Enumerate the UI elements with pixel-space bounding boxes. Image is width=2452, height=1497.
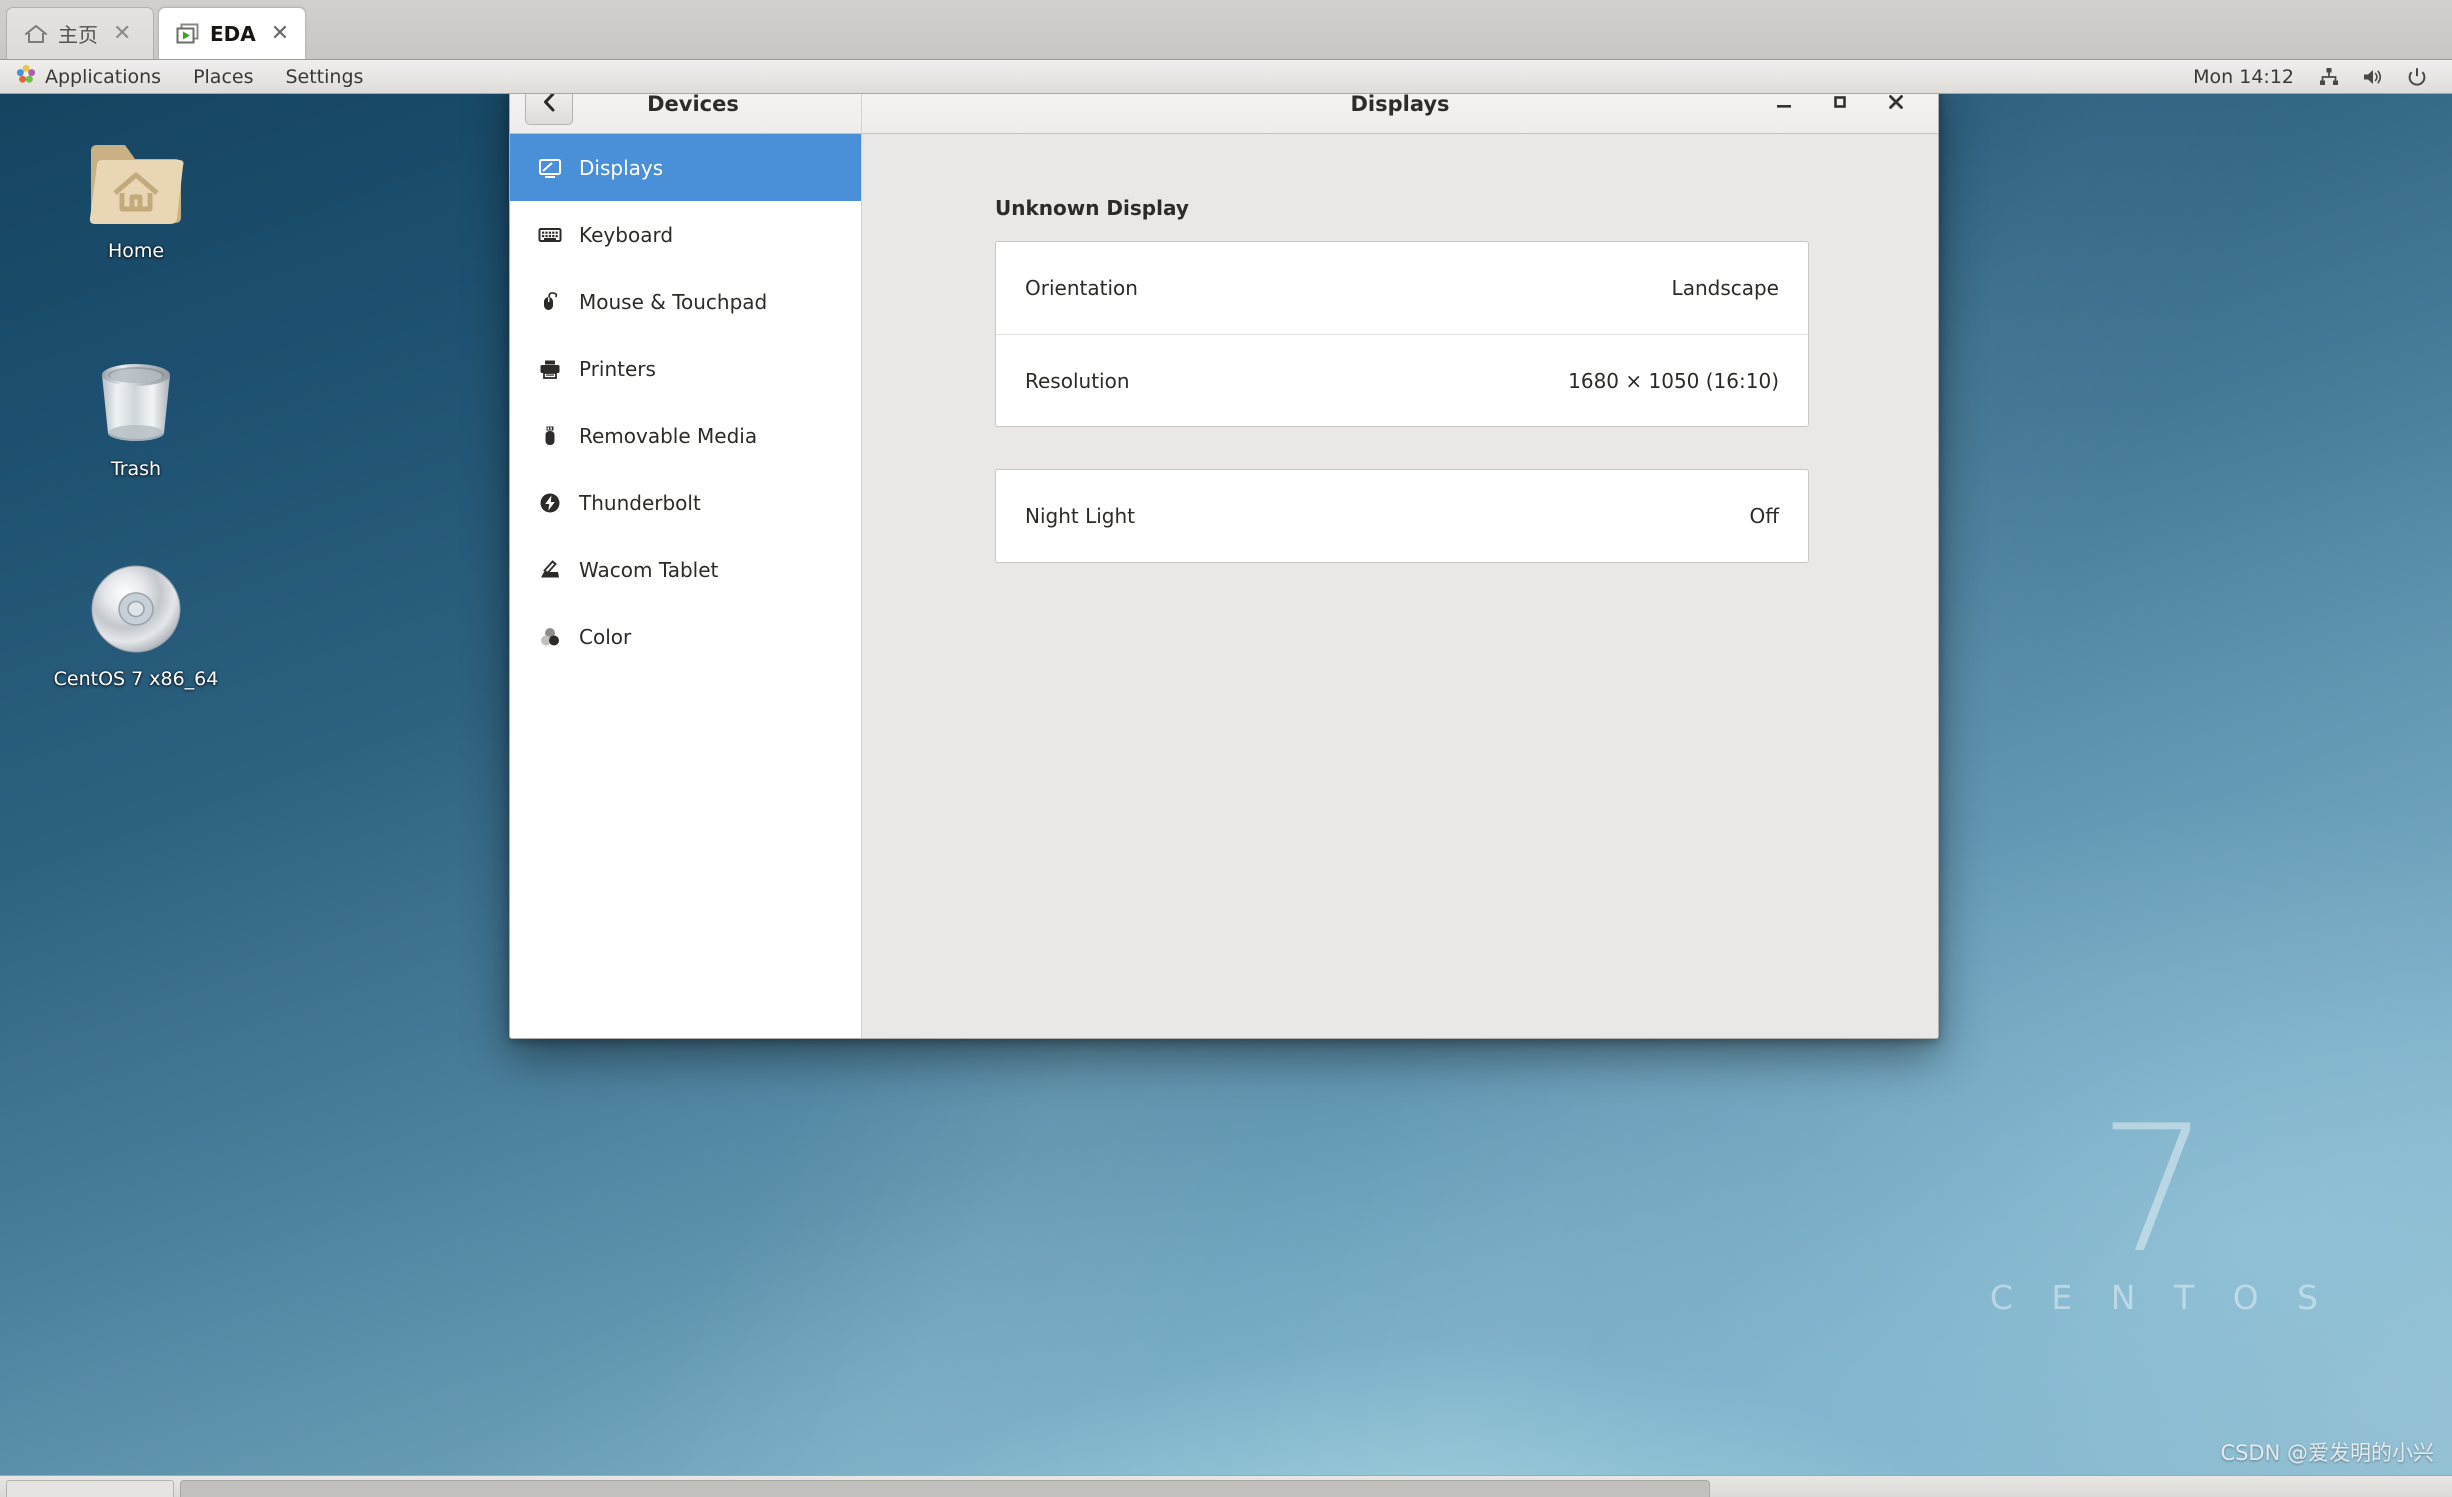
sidebar-item-label: Keyboard [579, 222, 674, 247]
desktop-icon-home[interactable]: Home [36, 123, 236, 262]
volume-icon[interactable] [2352, 60, 2394, 94]
desktop-icon-trash[interactable]: Trash [36, 341, 236, 480]
resolution-value: 1680 × 1050 (16:10) [1568, 368, 1779, 393]
display-section-title: Unknown Display [995, 196, 1189, 220]
browser-tab-home[interactable]: 主页 ✕ [6, 7, 154, 59]
desktop-icon-label: Trash [110, 458, 162, 480]
printer-icon [538, 357, 562, 381]
sidebar-item-color[interactable]: Color [510, 603, 861, 670]
settings-sidebar: Displays Keyboard Mouse & Touchpad Print… [510, 134, 862, 1038]
thunderbolt-icon [538, 491, 562, 515]
menu-label: Places [193, 65, 254, 88]
sidebar-item-wacom-tablet[interactable]: Wacom Tablet [510, 536, 861, 603]
menu-label: Settings [285, 65, 364, 88]
sidebar-item-label: Thunderbolt [579, 490, 701, 515]
power-icon[interactable] [2396, 60, 2438, 94]
panel-status-area: Mon 14:12 [2181, 60, 2452, 94]
desktop-background: 7 C E N T O S Home Trash CentOS 7 x86_64… [0, 73, 2452, 1497]
sidebar-item-displays[interactable]: Displays [510, 134, 861, 201]
desktop-icon-label: CentOS 7 x86_64 [53, 668, 219, 690]
bottom-taskbar [0, 1475, 2452, 1497]
sidebar-item-printers[interactable]: Printers [510, 335, 861, 402]
home-icon [23, 23, 49, 45]
sidebar-item-label: Printers [579, 356, 656, 381]
browser-tab-label: EDA [210, 21, 256, 46]
panel-clock[interactable]: Mon 14:12 [2181, 66, 2306, 88]
close-icon [1886, 92, 1906, 116]
taskbar-left-slot[interactable] [6, 1480, 174, 1497]
home-folder-icon [36, 123, 236, 231]
menu-places[interactable]: Places [177, 60, 269, 94]
mouse-icon [538, 290, 562, 314]
display-settings-card: Orientation Landscape Resolution 1680 × … [995, 241, 1809, 427]
color-icon [538, 625, 562, 649]
window-play-icon [175, 22, 201, 46]
maximize-icon [1830, 92, 1850, 116]
sidebar-item-label: Removable Media [579, 423, 758, 448]
sidebar-item-mouse-touchpad[interactable]: Mouse & Touchpad [510, 268, 861, 335]
night-light-row[interactable]: Night Light Off [996, 470, 1808, 562]
centos-numeral: 7 [2098, 1088, 2210, 1292]
usb-drive-icon [538, 424, 562, 448]
settings-window: Devices Displays Displays Keyboard Mouse… [509, 73, 1939, 1039]
wacom-tablet-icon [538, 558, 562, 582]
sidebar-item-label: Wacom Tablet [579, 557, 719, 582]
night-light-label: Night Light [1025, 504, 1135, 528]
browser-tab-label: 主页 [58, 23, 98, 47]
desktop-icon-centos-disc[interactable]: CentOS 7 x86_64 [36, 551, 236, 690]
sidebar-item-label: Mouse & Touchpad [579, 289, 768, 314]
menu-applications[interactable]: Applications [0, 60, 177, 94]
orientation-row[interactable]: Orientation Landscape [996, 242, 1808, 334]
sidebar-item-thunderbolt[interactable]: Thunderbolt [510, 469, 861, 536]
resolution-label: Resolution [1025, 368, 1130, 393]
orientation-label: Orientation [1025, 276, 1138, 300]
night-light-value: Off [1749, 504, 1779, 528]
tab-close-icon[interactable]: ✕ [271, 22, 289, 45]
window-body: Displays Keyboard Mouse & Touchpad Print… [510, 134, 1938, 1038]
resolution-row[interactable]: Resolution 1680 × 1050 (16:10) [996, 334, 1808, 426]
centos-wordmark: C E N T O S [1989, 1278, 2332, 1317]
trash-icon [36, 341, 236, 449]
browser-tab-eda[interactable]: EDA ✕ [158, 7, 306, 59]
browser-tab-strip: 主页 ✕ EDA ✕ [0, 0, 2452, 60]
night-light-card: Night Light Off [995, 469, 1809, 563]
network-icon[interactable] [2308, 60, 2350, 94]
desktop-icon-label: Home [107, 240, 165, 262]
chevron-left-icon [540, 91, 558, 117]
keyboard-icon [538, 223, 562, 247]
centos-watermark: 7 C E N T O S [1976, 1088, 2332, 1317]
taskbar-window-slot[interactable] [180, 1480, 1710, 1497]
cd-disc-icon [36, 551, 236, 659]
sidebar-title: Devices [647, 91, 739, 116]
settings-content-pane: Unknown Display Orientation Landscape Re… [862, 134, 1938, 1038]
tab-close-icon[interactable]: ✕ [113, 22, 131, 45]
orientation-value: Landscape [1671, 276, 1779, 300]
sidebar-item-label: Displays [579, 155, 664, 180]
minimize-icon [1774, 92, 1794, 116]
display-icon [538, 156, 562, 180]
gnome-top-panel: Applications Places Settings Mon 14:12 [0, 60, 2452, 94]
menu-label: Applications [45, 65, 162, 88]
sidebar-item-label: Color [579, 624, 632, 649]
gnome-footprint-icon [16, 64, 36, 89]
sidebar-item-keyboard[interactable]: Keyboard [510, 201, 861, 268]
sidebar-item-removable-media[interactable]: Removable Media [510, 402, 861, 469]
menu-settings[interactable]: Settings [269, 60, 379, 94]
